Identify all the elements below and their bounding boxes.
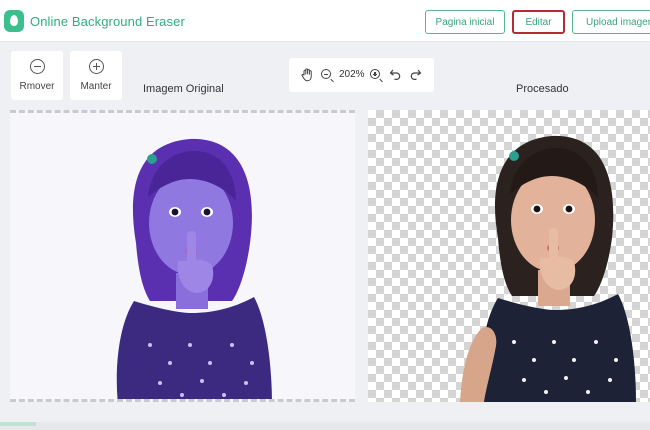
hand-icon[interactable]: [300, 68, 314, 82]
original-photo: [116, 138, 272, 399]
zoom-level: 202%: [339, 69, 365, 80]
remove-tool-label: Rmover: [19, 81, 55, 92]
keep-tool-label: Manter: [80, 81, 112, 92]
processed-photo: [460, 135, 636, 402]
bottom-scrollbar[interactable]: [0, 422, 650, 430]
undo-icon[interactable]: [388, 68, 402, 82]
processed-image-panel[interactable]: [368, 110, 650, 402]
home-button[interactable]: Pagina inicial: [425, 10, 505, 34]
original-image-panel[interactable]: [10, 110, 355, 402]
logo-icon[interactable]: [4, 10, 24, 32]
processed-image-caption: Procesado: [516, 83, 569, 95]
scroll-thumb[interactable]: [0, 422, 36, 426]
upload-image-button[interactable]: Upload imagem: [572, 10, 650, 34]
edit-button[interactable]: Editar: [512, 10, 565, 34]
zoom-toolbar: 202%: [289, 58, 434, 92]
plus-circle-icon: [89, 59, 104, 74]
zoom-in-icon[interactable]: [369, 68, 383, 82]
brand-name[interactable]: Online Background Eraser: [30, 14, 185, 29]
keep-tool-button[interactable]: Manter: [70, 51, 122, 100]
minus-circle-icon: [30, 59, 45, 74]
redo-icon[interactable]: [408, 68, 422, 82]
app-header: Online Background Eraser Pagina inicial …: [0, 0, 650, 42]
remove-tool-button[interactable]: Rmover: [11, 51, 63, 100]
original-image-caption: Imagem Original: [143, 83, 224, 95]
zoom-out-icon[interactable]: [320, 68, 334, 82]
